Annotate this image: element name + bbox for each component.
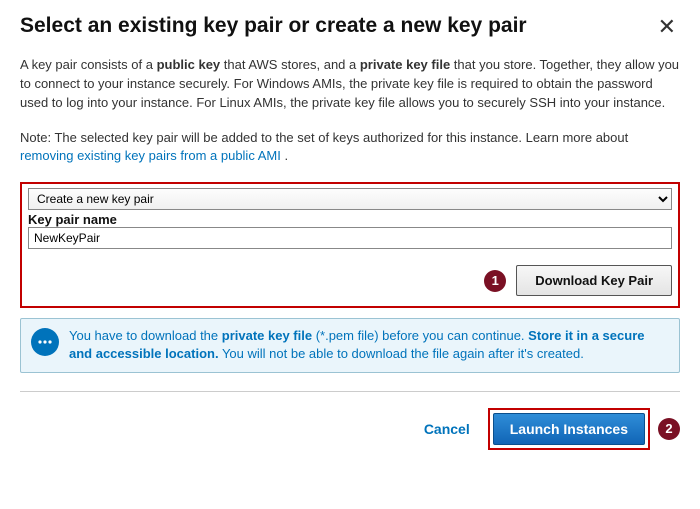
- remove-key-pairs-link[interactable]: removing existing key pairs from a publi…: [20, 148, 281, 163]
- desc-private-key: private key file: [360, 57, 450, 72]
- note-text: Note: The selected key pair will be adde…: [20, 130, 628, 145]
- cancel-button[interactable]: Cancel: [414, 415, 480, 443]
- download-key-pair-button[interactable]: Download Key Pair: [516, 265, 672, 296]
- note-paragraph: Note: The selected key pair will be adde…: [20, 129, 680, 167]
- description-paragraph: A key pair consists of a public key that…: [20, 56, 680, 113]
- dialog-header: Select an existing key pair or create a …: [20, 14, 680, 40]
- annotation-step-2: 2: [658, 418, 680, 440]
- launch-instances-button[interactable]: Launch Instances: [493, 413, 645, 445]
- note-end: .: [281, 148, 288, 163]
- info-icon: [31, 328, 59, 356]
- chat-dots-icon: [37, 337, 53, 347]
- dialog-footer: Cancel Launch Instances 2: [20, 408, 680, 450]
- desc-text: A key pair consists of a: [20, 57, 157, 72]
- key-pair-dialog: Select an existing key pair or create a …: [0, 0, 700, 468]
- key-pair-name-input[interactable]: [28, 227, 672, 249]
- info-text: You have to download the private key fil…: [69, 327, 669, 363]
- info-span: You will not be able to download the fil…: [219, 346, 584, 361]
- close-icon[interactable]: ✕: [654, 14, 680, 40]
- desc-public-key: public key: [157, 57, 221, 72]
- download-row: 1 Download Key Pair: [28, 265, 672, 296]
- info-span: You have to download the: [69, 328, 222, 343]
- key-pair-mode-select[interactable]: Create a new key pair: [28, 188, 672, 210]
- divider: [20, 391, 680, 392]
- key-pair-name-label: Key pair name: [28, 212, 672, 227]
- annotation-step-1: 1: [484, 270, 506, 292]
- desc-text: that AWS stores, and a: [220, 57, 360, 72]
- info-private-key: private key file: [222, 328, 312, 343]
- dialog-title: Select an existing key pair or create a …: [20, 14, 527, 38]
- form-highlight-box: Create a new key pair Key pair name 1 Do…: [20, 182, 680, 308]
- launch-highlight-box: Launch Instances: [488, 408, 650, 450]
- info-callout: You have to download the private key fil…: [20, 318, 680, 372]
- info-span: (*.pem file) before you can continue.: [312, 328, 528, 343]
